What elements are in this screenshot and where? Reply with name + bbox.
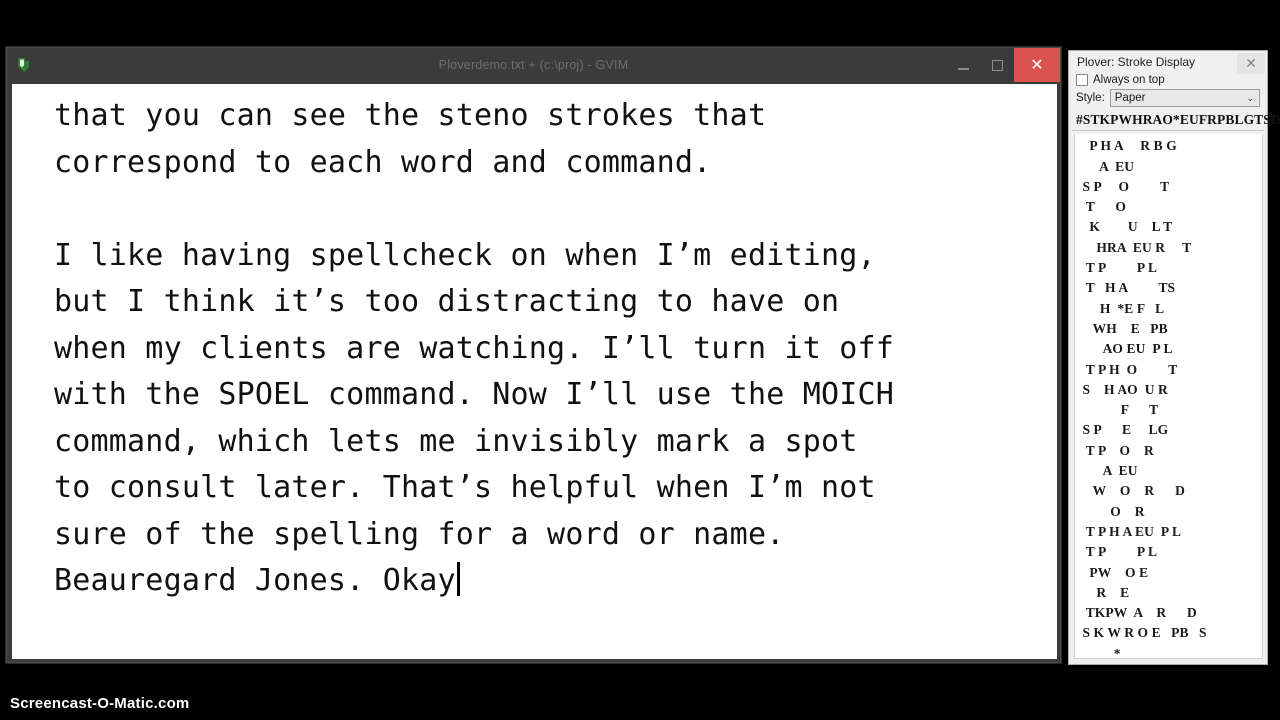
editor-line: Beauregard Jones. Okay bbox=[54, 558, 1057, 605]
editor-line: command, which lets me invisibly mark a … bbox=[54, 423, 858, 459]
steno-stroke-row: W O R D bbox=[1079, 483, 1185, 499]
steno-stroke-row: S P E LG bbox=[1079, 422, 1169, 438]
steno-stroke-row: S P O T bbox=[1079, 178, 1170, 194]
steno-stroke-row: H *E F L bbox=[1079, 300, 1165, 316]
always-on-top-checkbox[interactable] bbox=[1076, 74, 1088, 87]
gvim-text-buffer[interactable]: that you can see the steno strokes that c… bbox=[12, 84, 1057, 659]
steno-stroke-row: K U L T bbox=[1079, 219, 1173, 235]
steno-stroke-row: * bbox=[1079, 645, 1121, 659]
steno-stroke-row: R E bbox=[1079, 584, 1130, 600]
style-select-value: Paper bbox=[1114, 92, 1146, 105]
chevron-down-icon: ⌄ bbox=[1246, 92, 1254, 103]
close-button[interactable]: ✕ bbox=[1014, 48, 1060, 82]
steno-stroke-row: T P O R bbox=[1079, 442, 1154, 458]
steno-stroke-row: S K W R O E PB S bbox=[1079, 625, 1207, 641]
desktop-screen: Ploverdemo.txt + (c:\proj) - GVIM ✕ that… bbox=[0, 0, 1280, 720]
steno-key-header: #STKPWHRAO*EUFRPBLGTSDZ bbox=[1072, 111, 1280, 132]
steno-stroke-row: TKPW A R D bbox=[1079, 605, 1197, 621]
steno-stroke-list: P H A R B G A EU S P O T T O K U L T HRA… bbox=[1074, 134, 1263, 659]
steno-stroke-row: A EU bbox=[1079, 158, 1135, 174]
steno-stroke-row: HRA EU R T bbox=[1079, 239, 1192, 255]
steno-stroke-row: WH E PB bbox=[1079, 320, 1168, 336]
editor-line: correspond to each word and command. bbox=[54, 144, 712, 180]
steno-stroke-row: T P H A EU P L bbox=[1079, 523, 1182, 539]
vim-icon bbox=[15, 55, 35, 75]
maximize-button[interactable] bbox=[980, 48, 1014, 82]
editor-line: I like having spellcheck on when I’m edi… bbox=[54, 237, 876, 273]
plover-stroke-display-window: Plover: Stroke Display ✕ Always on top S… bbox=[1068, 50, 1280, 665]
always-on-top-row[interactable]: Always on top bbox=[1076, 74, 1260, 87]
steno-stroke-row: A EU bbox=[1079, 463, 1138, 479]
plover-close-button[interactable]: ✕ bbox=[1237, 53, 1265, 74]
steno-stroke-row: T P H O T bbox=[1079, 361, 1178, 377]
gvim-window: Ploverdemo.txt + (c:\proj) - GVIM ✕ that… bbox=[6, 47, 1061, 663]
steno-stroke-row: AO EU P L bbox=[1079, 341, 1173, 357]
editor-line: when my clients are watching. I’ll turn … bbox=[54, 330, 895, 366]
always-on-top-label: Always on top bbox=[1093, 74, 1165, 87]
minimize-button[interactable] bbox=[946, 48, 980, 82]
style-label: Style: bbox=[1076, 92, 1105, 105]
editor-line: to consult later. That’s helpful when I’… bbox=[54, 470, 876, 505]
steno-stroke-row: O R bbox=[1079, 503, 1145, 519]
steno-stroke-row: T P P L bbox=[1079, 260, 1158, 276]
style-select[interactable]: Paper ⌄ bbox=[1109, 89, 1260, 108]
plover-controls: Always on top Style: Paper ⌄ bbox=[1069, 73, 1267, 111]
steno-stroke-row: T H A TS bbox=[1079, 280, 1176, 296]
gvim-titlebar[interactable]: Ploverdemo.txt + (c:\proj) - GVIM ✕ bbox=[7, 48, 1060, 82]
editor-line: that you can see the steno strokes that bbox=[54, 98, 767, 133]
steno-stroke-row: S H AO U R bbox=[1079, 381, 1168, 397]
steno-stroke-row: T P P L bbox=[1079, 544, 1158, 560]
screencast-watermark: Screencast-O-Matic.com bbox=[10, 695, 190, 712]
plover-window-title: Plover: Stroke Display bbox=[1077, 55, 1196, 70]
editor-line: but I think it’s too distracting to have… bbox=[54, 284, 840, 319]
plover-titlebar[interactable]: Plover: Stroke Display ✕ bbox=[1069, 51, 1267, 74]
editor-line: with the SPOEL command. Now I’ll use the… bbox=[54, 377, 895, 412]
steno-stroke-row: F T bbox=[1079, 402, 1159, 418]
steno-stroke-row: T O bbox=[1079, 199, 1127, 215]
style-row: Style: Paper ⌄ bbox=[1076, 89, 1260, 108]
gvim-window-controls: ✕ bbox=[946, 48, 1060, 82]
steno-stroke-row: PW O E bbox=[1079, 564, 1149, 580]
steno-stroke-row: P H A R B G bbox=[1079, 138, 1177, 154]
text-cursor bbox=[456, 562, 460, 596]
gvim-window-title: Ploverdemo.txt + (c:\proj) - GVIM bbox=[438, 58, 629, 72]
editor-line: sure of the spelling for a word or name. bbox=[54, 516, 785, 552]
